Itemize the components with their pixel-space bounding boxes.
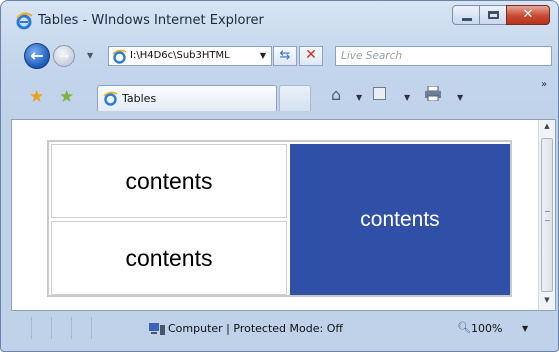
content-table: contents contents contents	[47, 140, 512, 297]
back-button[interactable]: ←	[24, 43, 50, 69]
computer-icon	[149, 323, 165, 335]
caption-buttons: ✕	[452, 5, 550, 27]
home-icon[interactable]: ⌂	[331, 85, 341, 104]
close-button[interactable]: ✕	[506, 5, 550, 25]
minimize-button[interactable]	[452, 5, 480, 25]
add-favorite-icon[interactable]: ★	[59, 87, 74, 107]
tab-tables[interactable]: Tables	[97, 85, 277, 111]
more-tools-chevron-icon[interactable]: »	[541, 79, 547, 90]
vertical-scrollbar[interactable]: ▲ ▼	[538, 120, 555, 310]
address-dropdown[interactable]: ▼	[260, 51, 266, 60]
search-input[interactable]: Live Search	[335, 46, 552, 66]
print-dropdown[interactable]: ▼	[457, 93, 463, 102]
stop-icon: ✕	[305, 47, 317, 63]
zoom-icon: 🔍︎	[457, 321, 471, 334]
forward-button[interactable]: →	[53, 45, 75, 67]
address-bar[interactable]: I:\H4D6c\Sub3HTML ▼	[108, 46, 272, 66]
ie-tab-icon	[103, 91, 118, 106]
page-content: contents contents contents ▲ ▼	[11, 119, 556, 311]
favorites-star-icon[interactable]: ★	[29, 87, 44, 107]
security-zone[interactable]: Computer | Protected Mode: Off	[168, 322, 343, 335]
command-bar: ★ ★ Tables ⌂ ▼ ▼ ▼ »	[1, 73, 558, 119]
scroll-up-icon[interactable]: ▲	[539, 122, 555, 130]
status-segment	[51, 317, 72, 339]
window-title: Tables - WIndows Internet Explorer	[38, 13, 264, 28]
search-placeholder: Live Search	[341, 50, 403, 62]
status-bar: Computer | Protected Mode: Off 🔍︎ 100% ▼	[1, 311, 558, 351]
zoom-dropdown[interactable]: ▼	[522, 324, 528, 333]
table-cell: contents	[51, 144, 287, 218]
feeds-icon[interactable]	[373, 87, 386, 100]
table-cell: contents	[51, 221, 287, 295]
status-segment	[71, 317, 92, 339]
maximize-button[interactable]	[479, 5, 507, 25]
ie-logo-icon	[16, 12, 33, 30]
status-segment	[31, 317, 52, 339]
stop-button[interactable]: ✕	[299, 46, 323, 66]
print-icon[interactable]	[424, 86, 442, 101]
close-icon: ✕	[522, 7, 534, 22]
feeds-dropdown[interactable]: ▼	[404, 93, 410, 102]
grip-icon	[545, 211, 550, 221]
status-segment	[11, 317, 32, 339]
forward-icon: →	[58, 49, 70, 63]
minimize-icon	[462, 18, 472, 21]
recent-pages-dropdown[interactable]: ▼	[87, 51, 93, 60]
refresh-button[interactable]: ⇆	[273, 46, 297, 66]
address-text: I:\H4D6c\Sub3HTML	[130, 50, 230, 61]
title-bar: Tables - WIndows Internet Explorer ✕	[1, 1, 558, 39]
scroll-thumb[interactable]	[541, 138, 553, 292]
navigation-bar: ← → ▼ I:\H4D6c\Sub3HTML ▼ ⇆ ✕ Live Searc…	[1, 39, 558, 73]
home-dropdown[interactable]: ▼	[356, 93, 362, 102]
scroll-down-icon[interactable]: ▼	[539, 296, 555, 304]
maximize-icon	[488, 11, 499, 19]
back-icon: ←	[30, 46, 44, 65]
browser-window: Tables - WIndows Internet Explorer ✕ ← →…	[0, 0, 559, 352]
new-tab-button[interactable]	[279, 85, 311, 111]
page-icon	[112, 49, 127, 64]
table-cell-highlighted: contents	[290, 144, 510, 295]
zoom-level[interactable]: 100%	[471, 322, 502, 335]
refresh-icon: ⇆	[279, 48, 291, 63]
tab-label: Tables	[122, 92, 157, 105]
